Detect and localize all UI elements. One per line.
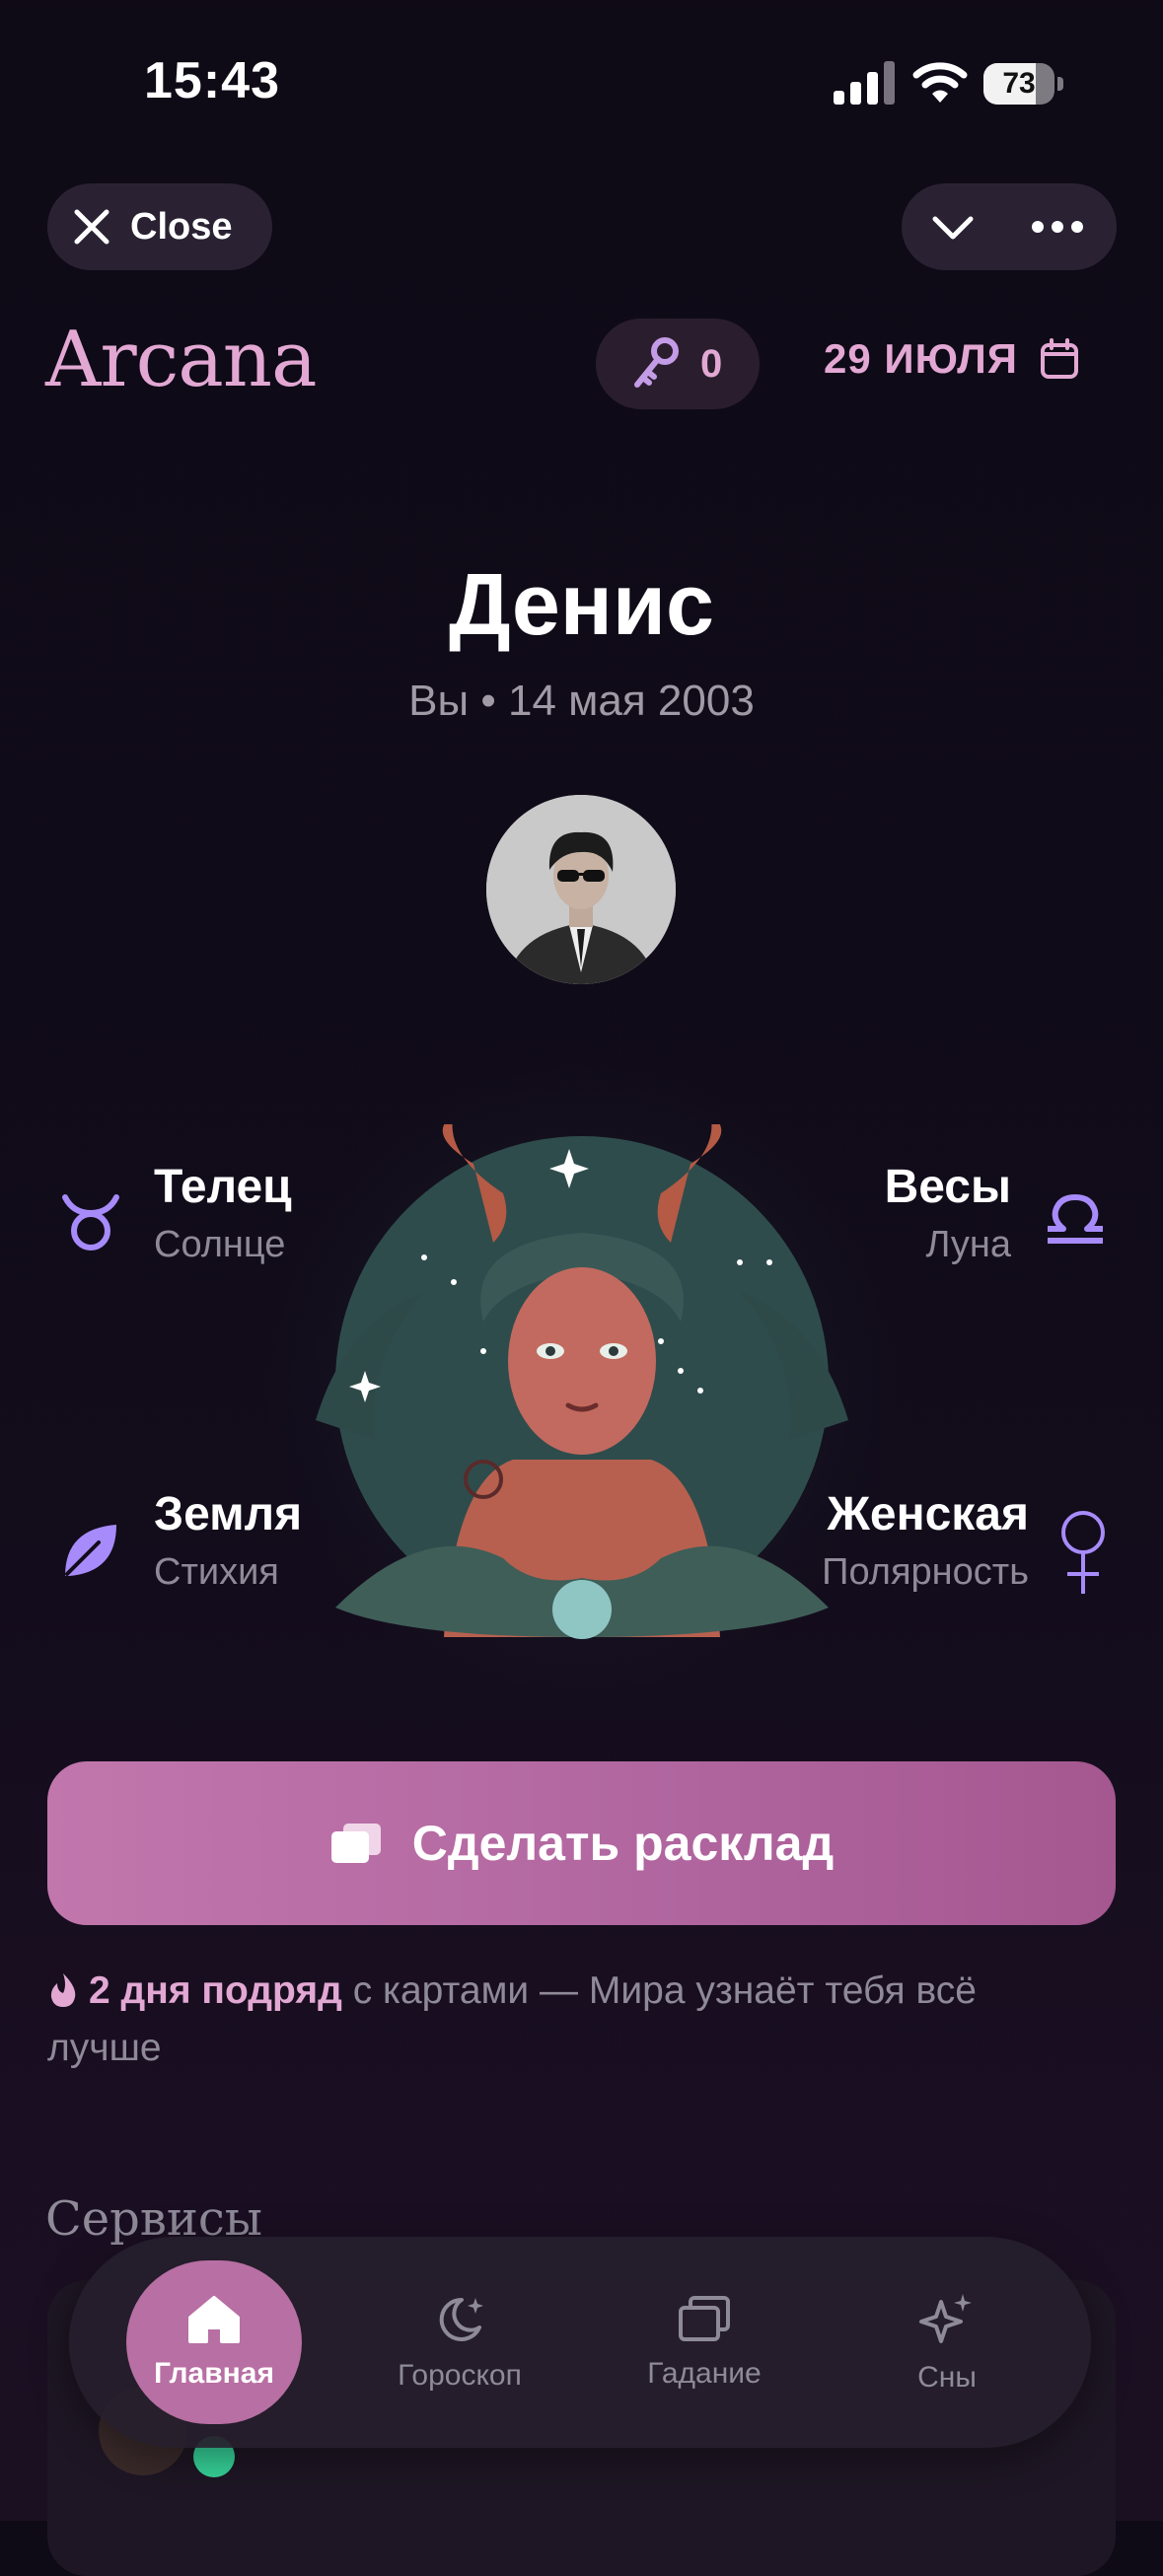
keys-count: 0 xyxy=(700,341,723,386)
status-time: 15:43 xyxy=(144,52,280,109)
profile-subtitle: Вы • 14 мая 2003 xyxy=(408,677,755,725)
avatar[interactable] xyxy=(486,795,676,984)
polarity-icon xyxy=(1055,1509,1111,1603)
trait-subtitle: Луна xyxy=(925,1224,1011,1265)
cards-icon xyxy=(330,1824,381,1863)
trait-element: Земля Стихия xyxy=(154,1487,302,1594)
streak-text: 2 дня подряд с картами — Мира узнаёт теб… xyxy=(47,1963,1093,2077)
trait-moon: Весы Луна xyxy=(885,1160,1011,1266)
trait-subtitle: Стихия xyxy=(154,1551,279,1593)
app-logo: Arcana xyxy=(45,316,318,404)
trait-polarity: Женская Полярность xyxy=(822,1487,1029,1594)
moon-stars-icon xyxy=(439,2297,483,2341)
taurus-icon xyxy=(62,1194,119,1251)
moon-sign-icon xyxy=(1044,1191,1107,1259)
venus-icon xyxy=(1061,1511,1105,1594)
leaf-icon xyxy=(65,1525,116,1576)
trait-title: Телец xyxy=(154,1161,292,1213)
libra-icon xyxy=(1048,1194,1103,1244)
tab-horoscope[interactable]: Гороскоп xyxy=(371,2237,548,2448)
close-icon xyxy=(74,209,109,245)
profile-name: Денис xyxy=(449,555,714,653)
chevron-down-icon[interactable] xyxy=(929,203,977,250)
cellular-signal-icon xyxy=(834,61,895,105)
wifi-icon xyxy=(912,62,968,103)
date-label: 29 ИЮЛЯ xyxy=(824,335,1018,382)
sparkles-icon xyxy=(919,2294,972,2343)
keys-counter[interactable]: 0 xyxy=(596,319,760,409)
trait-title: Земля xyxy=(154,1488,303,1540)
tab-divination[interactable]: Гадание xyxy=(616,2237,793,2448)
home-icon xyxy=(188,2296,240,2343)
more-icon[interactable] xyxy=(1030,203,1085,250)
tab-label: Гадание xyxy=(647,2357,762,2390)
make-spread-button[interactable]: Сделать расклад xyxy=(47,1761,1116,1925)
date-picker[interactable]: 29 ИЮЛЯ xyxy=(824,335,1079,383)
calendar-icon xyxy=(1040,338,1078,379)
battery-percent: 73 xyxy=(1002,67,1036,100)
trait-title: Весы xyxy=(884,1161,1011,1213)
flame-icon xyxy=(50,1973,76,2007)
key-icon xyxy=(634,337,679,388)
trait-title: Женская xyxy=(827,1488,1030,1540)
trait-sun: Телец Солнце xyxy=(154,1160,292,1266)
streak-highlight: 2 дня подряд xyxy=(89,1969,342,2012)
tab-bar: Главная Гороскоп Гадание Сны xyxy=(69,2237,1091,2448)
tab-label: Гороскоп xyxy=(398,2359,522,2392)
trait-subtitle: Солнце xyxy=(154,1224,286,1265)
sun-sign-icon xyxy=(59,1191,122,1259)
window-controls xyxy=(902,183,1117,270)
close-button[interactable]: Close xyxy=(47,183,272,270)
element-icon xyxy=(59,1519,122,1587)
trait-subtitle: Полярность xyxy=(822,1551,1029,1593)
tab-home[interactable]: Главная xyxy=(126,2260,302,2424)
zodiac-illustration xyxy=(316,1124,848,1639)
cards-icon xyxy=(679,2296,730,2341)
tab-label: Главная xyxy=(153,2357,274,2390)
tab-label: Сны xyxy=(917,2361,977,2394)
tab-dreams[interactable]: Сны xyxy=(858,2237,1036,2448)
make-spread-label: Сделать расклад xyxy=(411,1816,835,1871)
battery-indicator: 73 xyxy=(983,63,1064,105)
close-label: Close xyxy=(130,205,233,248)
